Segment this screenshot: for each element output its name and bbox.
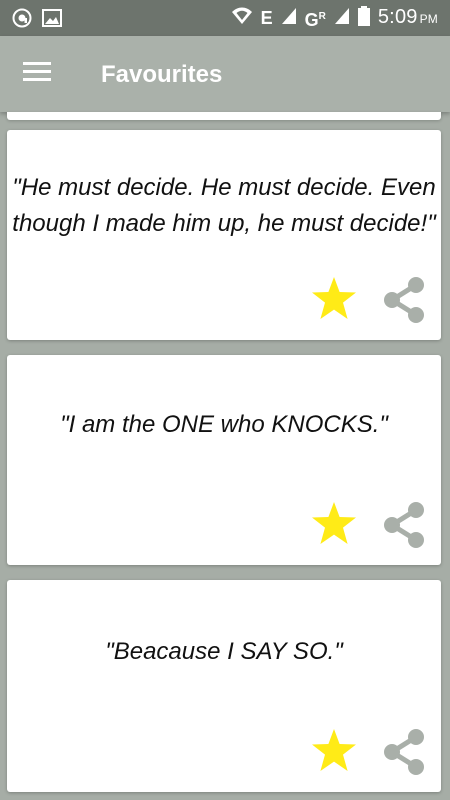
- quote-card: "Beacause I SAY SO.": [7, 580, 441, 792]
- share-button[interactable]: [378, 728, 430, 780]
- signal-icon: [334, 7, 350, 30]
- network-type-label-2: GR: [305, 5, 326, 32]
- status-ampm: PM: [419, 12, 438, 26]
- status-bar: E GR 5:09 PM: [0, 0, 450, 36]
- battery-icon: [357, 5, 370, 31]
- favourite-button[interactable]: [309, 501, 359, 551]
- status-time-value: 5:09: [377, 6, 418, 28]
- network-type-label-2-main: G: [304, 9, 319, 30]
- share-button[interactable]: [378, 501, 430, 553]
- status-right-icons: E GR 5:09 PM: [231, 5, 438, 32]
- app-bar: Favourites: [0, 36, 450, 112]
- quote-text: "He must decide. He must decide. Even th…: [12, 174, 436, 237]
- star-icon: [310, 728, 358, 779]
- app-circle-icon: [12, 8, 32, 33]
- share-button[interactable]: [378, 276, 430, 328]
- favourite-button[interactable]: [309, 276, 359, 326]
- menu-button[interactable]: [18, 56, 58, 92]
- favourite-button[interactable]: [309, 728, 359, 778]
- previous-quote-card-edge: [7, 112, 441, 120]
- hamburger-menu-icon: [23, 61, 53, 88]
- wifi-icon: [231, 7, 253, 30]
- status-time: 5:09 PM: [378, 5, 438, 31]
- quote-card: "He must decide. He must decide. Even th…: [7, 130, 441, 340]
- page-title: Favourites: [101, 61, 223, 88]
- status-left-icons: [12, 8, 62, 33]
- share-icon: [380, 727, 428, 782]
- star-icon: [310, 276, 358, 327]
- share-icon: [380, 275, 428, 330]
- signal-icon: [281, 7, 297, 30]
- network-type-label-2-sup: R: [318, 10, 326, 22]
- quote-text: "Beacause I SAY SO.": [105, 638, 343, 665]
- image-icon: [42, 9, 62, 32]
- quote-text: "I am the ONE who KNOCKS.": [60, 411, 388, 438]
- star-icon: [310, 501, 358, 552]
- share-icon: [380, 500, 428, 555]
- network-type-label-1: E: [260, 8, 273, 28]
- quote-card: "I am the ONE who KNOCKS.": [7, 355, 441, 565]
